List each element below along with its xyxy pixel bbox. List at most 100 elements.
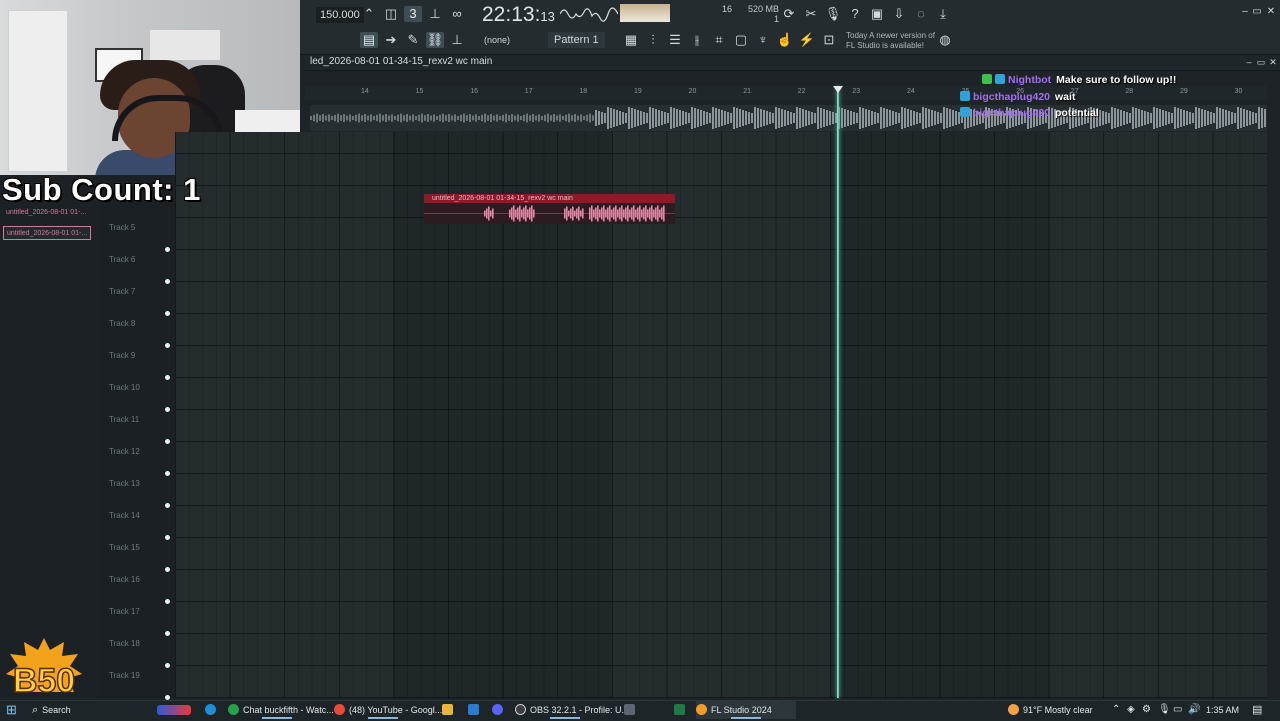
taskbar-excel[interactable] — [674, 701, 689, 719]
weather-widget[interactable]: 91°F Mostly clear — [1008, 701, 1093, 719]
taskbar-app-obs[interactable]: OBS 32.2.1 - Profile: U... — [515, 701, 629, 719]
taskbar-app-chat[interactable]: Chat buckfifth - Watc... — [228, 701, 334, 719]
track-header[interactable]: Track 14 — [100, 509, 175, 541]
picker-item[interactable]: untitled_2026-08-01 01-... — [3, 206, 91, 220]
volume-icon[interactable]: 🔊 — [1188, 701, 1200, 719]
playlist-menu-icon[interactable]: ▤ — [360, 32, 378, 48]
tray-app-icon[interactable]: ◈ — [1127, 701, 1135, 719]
browser-icon[interactable]: ▢ — [732, 32, 750, 48]
track-mute-icon[interactable] — [165, 599, 170, 604]
link-icon[interactable]: ⛓ — [426, 32, 444, 48]
track-header[interactable]: Track 13 — [100, 477, 175, 509]
taskbar-calculator[interactable] — [624, 701, 639, 719]
audio-clip[interactable]: untitled_2026-08-01 01-34-15_rexv2 wc ma… — [424, 194, 675, 224]
step-edit-icon[interactable]: ⊥ — [426, 6, 444, 22]
arrow-right-icon[interactable]: ➔ — [382, 32, 400, 48]
waveform-bar — [325, 115, 327, 121]
waveform-bar — [520, 116, 522, 120]
track-header[interactable]: Track 19 — [100, 669, 175, 701]
countdown-icon[interactable]: 3 — [404, 6, 422, 22]
track-mute-icon[interactable] — [165, 343, 170, 348]
snap-selector[interactable]: (none) — [484, 35, 510, 45]
playhead[interactable] — [837, 86, 839, 698]
save-icon[interactable]: ▣ — [868, 6, 886, 22]
refresh-icon[interactable]: ⟳ — [780, 6, 798, 22]
waveform-bar — [1150, 113, 1152, 123]
loop-record-icon[interactable]: ∞ — [448, 6, 466, 22]
picker-item-selected[interactable]: untitled_2026-08-01 01-... — [3, 226, 91, 240]
track-mute-icon[interactable] — [165, 279, 170, 284]
taskbar-edge[interactable] — [205, 701, 220, 719]
network-icon[interactable]: ▭ — [1173, 701, 1182, 719]
download-icon[interactable]: ⤓ — [934, 6, 952, 22]
taskbar-discord[interactable] — [492, 701, 507, 719]
track-mute-icon[interactable] — [165, 407, 170, 412]
scissors-icon[interactable]: ✂ — [802, 6, 820, 22]
chat-icon[interactable]: ◌ — [912, 6, 930, 22]
waveform-bar — [337, 113, 339, 123]
track-header[interactable]: Track 16 — [100, 573, 175, 605]
track-mute-icon[interactable] — [165, 503, 170, 508]
render-icon[interactable]: ⇩ — [890, 6, 908, 22]
clip-wave-bar — [492, 208, 494, 219]
mixer-icon[interactable]: ☰ — [666, 32, 684, 48]
microphone-icon[interactable]: 🎙 — [1158, 701, 1171, 719]
waveform-bar — [544, 114, 546, 122]
track-header[interactable]: Track 8 — [100, 317, 175, 349]
track-header[interactable]: Track 9 — [100, 349, 175, 381]
track-header[interactable]: Track 18 — [100, 637, 175, 669]
track-mute-icon[interactable] — [165, 247, 170, 252]
track-mute-icon[interactable] — [165, 631, 170, 636]
playlist-close-icon[interactable]: ✕ — [1264, 56, 1280, 68]
track-header[interactable]: Track 15 — [100, 541, 175, 573]
track-mute-icon[interactable] — [165, 311, 170, 316]
plug-icon[interactable]: ♆ — [754, 32, 772, 48]
track-header[interactable]: Track 17 — [100, 605, 175, 637]
playlist-grid[interactable] — [175, 132, 1267, 698]
globe-icon[interactable]: ◍ — [936, 32, 954, 48]
track-header[interactable]: Track 7 — [100, 285, 175, 317]
cart-icon[interactable]: ⊡ — [820, 32, 838, 48]
track-mute-icon[interactable] — [165, 663, 170, 668]
taskbar-app-fl[interactable]: FL Studio 2024 — [696, 701, 796, 719]
taskbar-store[interactable] — [468, 701, 483, 719]
playhead-marker[interactable] — [833, 86, 843, 93]
microphone-icon[interactable]: 🎙 — [824, 6, 842, 22]
taskbar-app-youtube[interactable]: (48) YouTube - Googl... — [334, 701, 442, 719]
waveform-bar — [643, 112, 645, 124]
tray-chevron-icon[interactable]: ⌃ — [1112, 701, 1120, 719]
track-mute-icon[interactable] — [165, 535, 170, 540]
track-header[interactable]: Track 12 — [100, 445, 175, 477]
plugin-icon[interactable]: ⌗ — [710, 32, 728, 48]
pencil-icon[interactable]: ✎ — [404, 32, 422, 48]
track-mute-icon[interactable] — [165, 439, 170, 444]
track-header[interactable]: Track 11 — [100, 413, 175, 445]
wand-icon[interactable]: ⚡ — [798, 32, 816, 48]
taskbar-clock[interactable]: 1:35 AM — [1206, 701, 1239, 719]
stamp-icon[interactable]: ⊥ — [448, 32, 466, 48]
windows-start-icon[interactable]: ⊞ — [6, 701, 20, 719]
taskbar-search[interactable]: ⌕ Search — [32, 701, 71, 719]
touch-icon[interactable]: ☝ — [776, 32, 794, 48]
track-header[interactable]: Track 10 — [100, 381, 175, 413]
tempo-display[interactable]: 150.000 — [316, 7, 364, 23]
wait-input-icon[interactable]: ◫ — [382, 6, 400, 22]
channel-rack-icon[interactable]: ▦ — [622, 32, 640, 48]
news-panel[interactable]: Today A newer version of FL Studio is av… — [846, 31, 935, 51]
notification-icon[interactable]: ▤ — [1252, 701, 1262, 719]
taskbar-explorer[interactable] — [442, 701, 457, 719]
close-icon[interactable]: ✕ — [1262, 4, 1280, 20]
track-header[interactable]: Track 6 — [100, 253, 175, 285]
track-mute-icon[interactable] — [165, 567, 170, 572]
track-header[interactable]: Track 5 — [100, 221, 175, 253]
mixer-sliders-icon[interactable]: ⫲ — [688, 32, 706, 48]
piano-roll-icon[interactable]: ⫶ — [644, 32, 662, 48]
pattern-selector[interactable]: Pattern 1 — [548, 32, 605, 48]
track-mute-icon[interactable] — [165, 375, 170, 380]
track-mute-icon[interactable] — [165, 471, 170, 476]
tray-app-icon[interactable]: ⚙ — [1142, 701, 1151, 719]
metronome-icon[interactable]: ⌃ — [360, 6, 378, 22]
help-icon[interactable]: ? — [846, 6, 864, 22]
taskbar-widget[interactable] — [157, 701, 193, 719]
chrome-icon — [334, 704, 345, 715]
